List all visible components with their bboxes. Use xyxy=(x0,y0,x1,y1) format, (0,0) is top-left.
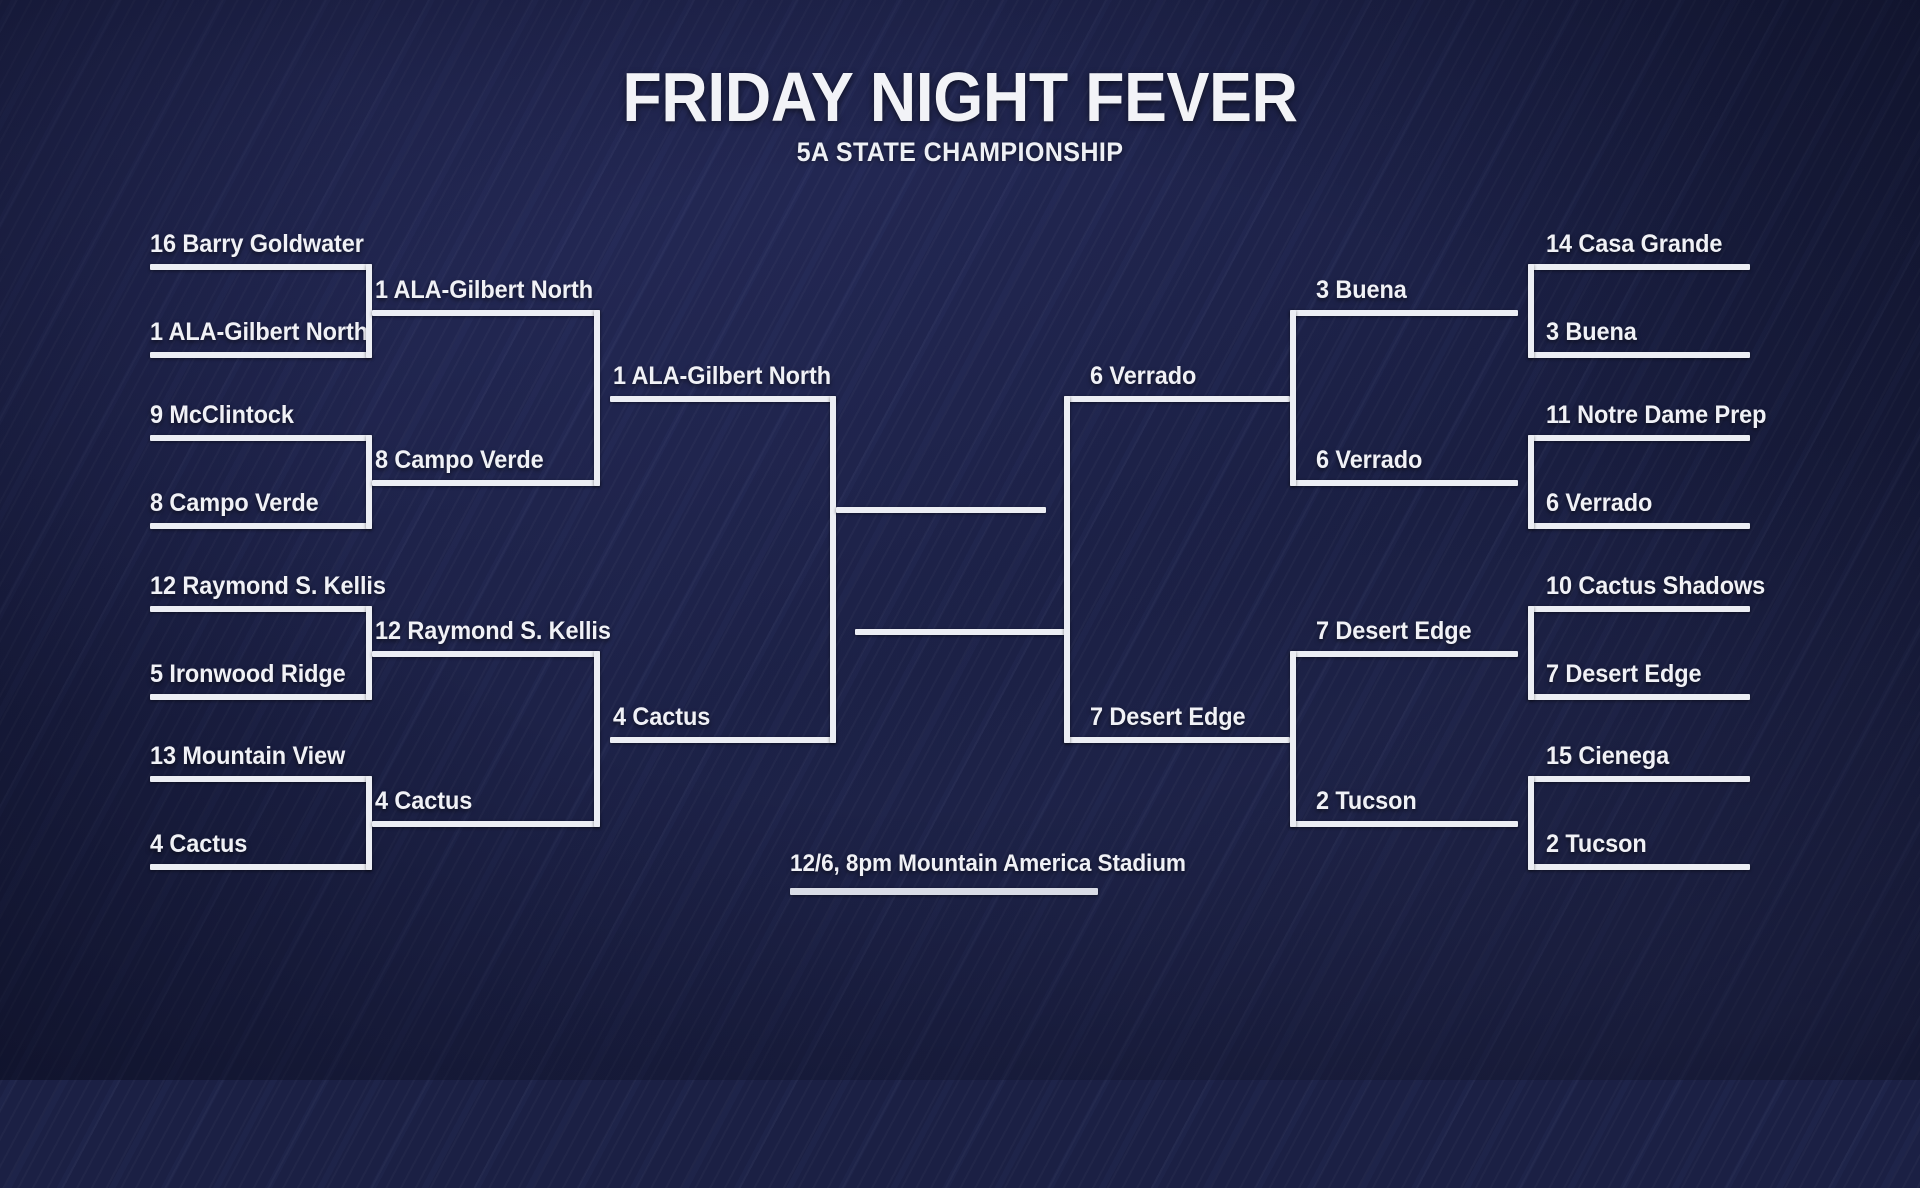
team-label-right-r1-m1-top: 14 Casa Grande xyxy=(1546,230,1723,258)
team-label-right-r2-m2-bottom: 2 Tucson xyxy=(1316,787,1417,815)
bracket-line-right-r2-m1-bottom xyxy=(1290,480,1518,486)
bracket-connector-right-r2-m1 xyxy=(1290,310,1296,486)
bracket-line-left-r1-m2-bottom xyxy=(150,523,372,529)
championship-line-left xyxy=(836,507,1046,513)
bracket-line-right-r1-m2-top xyxy=(1528,435,1750,441)
team-label-right-r1-m4-bottom: 2 Tucson xyxy=(1546,830,1647,858)
team-label-right-r2-m1-top: 3 Buena xyxy=(1316,276,1407,304)
bracket-line-left-r1-m3-bottom xyxy=(150,694,372,700)
team-label-left-r1-m3-top: 12 Raymond S. Kellis xyxy=(150,572,386,600)
team-label-left-r3-top: 1 ALA-Gilbert North xyxy=(613,362,831,390)
bracket-connector-right-r1-m3 xyxy=(1528,606,1534,700)
final-game-info-text: 12/6, 8pm Mountain America Stadium xyxy=(790,850,1186,877)
bracket-line-right-r3-top xyxy=(1064,396,1290,402)
bracket-connector-left-r2-m2 xyxy=(594,651,600,827)
bracket-line-left-r1-m3-top xyxy=(150,606,372,612)
team-label-left-r1-m1-bottom: 1 ALA-Gilbert North xyxy=(150,318,368,346)
team-label-left-r3-bottom: 4 Cactus xyxy=(613,703,711,731)
bracket-connector-right-r1-m2 xyxy=(1528,435,1534,529)
team-label-left-r2-m2-bottom: 4 Cactus xyxy=(375,787,473,815)
team-label-left-r2-m1-bottom: 8 Campo Verde xyxy=(375,446,544,474)
bracket-line-left-r3-bottom xyxy=(610,737,836,743)
team-label-right-r1-m1-bottom: 3 Buena xyxy=(1546,318,1637,346)
bracket-line-right-r1-m1-top xyxy=(1528,264,1750,270)
team-label-left-r1-m4-top: 13 Mountain View xyxy=(150,742,346,770)
bracket-line-right-r1-m3-top xyxy=(1528,606,1750,612)
bracket-stage: FRIDAY NIGHT FEVER 5A STATE CHAMPIONSHIP… xyxy=(0,0,1920,1080)
bracket-connector-right-r3 xyxy=(1064,396,1070,743)
final-game-info-underline xyxy=(790,888,1098,895)
team-label-left-r1-m1-top: 16 Barry Goldwater xyxy=(150,230,364,258)
page-subtitle: 5A STATE CHAMPIONSHIP xyxy=(796,137,1124,167)
bracket-connector-left-r3 xyxy=(830,396,836,743)
final-game-info: 12/6, 8pm Mountain America Stadium xyxy=(790,850,1211,895)
championship-line-right xyxy=(855,629,1065,635)
bracket-connector-left-r2-m1 xyxy=(594,310,600,486)
team-label-right-r1-m3-bottom: 7 Desert Edge xyxy=(1546,660,1702,688)
team-label-left-r1-m3-bottom: 5 Ironwood Ridge xyxy=(150,660,346,688)
bracket-line-right-r1-m4-top xyxy=(1528,776,1750,782)
team-label-left-r1-m4-bottom: 4 Cactus xyxy=(150,830,248,858)
team-label-right-r1-m2-bottom: 6 Verrado xyxy=(1546,489,1653,517)
bracket-line-left-r2-m1-bottom xyxy=(372,480,600,486)
team-label-right-r2-m2-top: 7 Desert Edge xyxy=(1316,617,1472,645)
team-label-right-r2-m1-bottom: 6 Verrado xyxy=(1316,446,1423,474)
team-label-right-r1-m2-top: 11 Notre Dame Prep xyxy=(1546,401,1767,429)
page-title: FRIDAY NIGHT FEVER xyxy=(622,58,1298,136)
team-label-left-r2-m1-top: 1 ALA-Gilbert North xyxy=(375,276,593,304)
bracket-line-left-r2-m1-top xyxy=(372,310,600,316)
team-label-right-r1-m4-top: 15 Cienega xyxy=(1546,742,1670,770)
bracket-line-left-r1-m4-top xyxy=(150,776,372,782)
bracket-line-left-r3-top xyxy=(610,396,836,402)
team-label-left-r1-m2-top: 9 McClintock xyxy=(150,401,294,429)
bracket-line-right-r2-m1-top xyxy=(1290,310,1518,316)
bracket-line-right-r2-m2-bottom xyxy=(1290,821,1518,827)
team-label-left-r1-m2-bottom: 8 Campo Verde xyxy=(150,489,319,517)
bracket-connector-right-r1-m4 xyxy=(1528,776,1534,870)
bracket-connector-right-r1-m1 xyxy=(1528,264,1534,358)
bracket-line-left-r1-m1-top xyxy=(150,264,372,270)
bracket-line-left-r1-m2-top xyxy=(150,435,372,441)
bracket-line-right-r1-m4-bottom xyxy=(1528,864,1750,870)
bracket-connector-right-r2-m2 xyxy=(1290,651,1296,827)
bracket-line-right-r1-m1-bottom xyxy=(1528,352,1750,358)
bracket-line-right-r3-bottom xyxy=(1064,737,1290,743)
bracket-line-left-r1-m4-bottom xyxy=(150,864,372,870)
title-block: FRIDAY NIGHT FEVER 5A STATE CHAMPIONSHIP xyxy=(0,62,1920,166)
team-label-right-r1-m3-top: 10 Cactus Shadows xyxy=(1546,572,1766,600)
bracket-line-right-r2-m2-top xyxy=(1290,651,1518,657)
bracket-line-left-r2-m2-top xyxy=(372,651,600,657)
bracket-line-left-r1-m1-bottom xyxy=(150,352,372,358)
bracket-line-right-r1-m3-bottom xyxy=(1528,694,1750,700)
bracket-line-left-r2-m2-bottom xyxy=(372,821,600,827)
team-label-left-r2-m2-top: 12 Raymond S. Kellis xyxy=(375,617,611,645)
bracket-line-right-r1-m2-bottom xyxy=(1528,523,1750,529)
team-label-right-r3-top: 6 Verrado xyxy=(1090,362,1197,390)
team-label-right-r3-bottom: 7 Desert Edge xyxy=(1090,703,1246,731)
